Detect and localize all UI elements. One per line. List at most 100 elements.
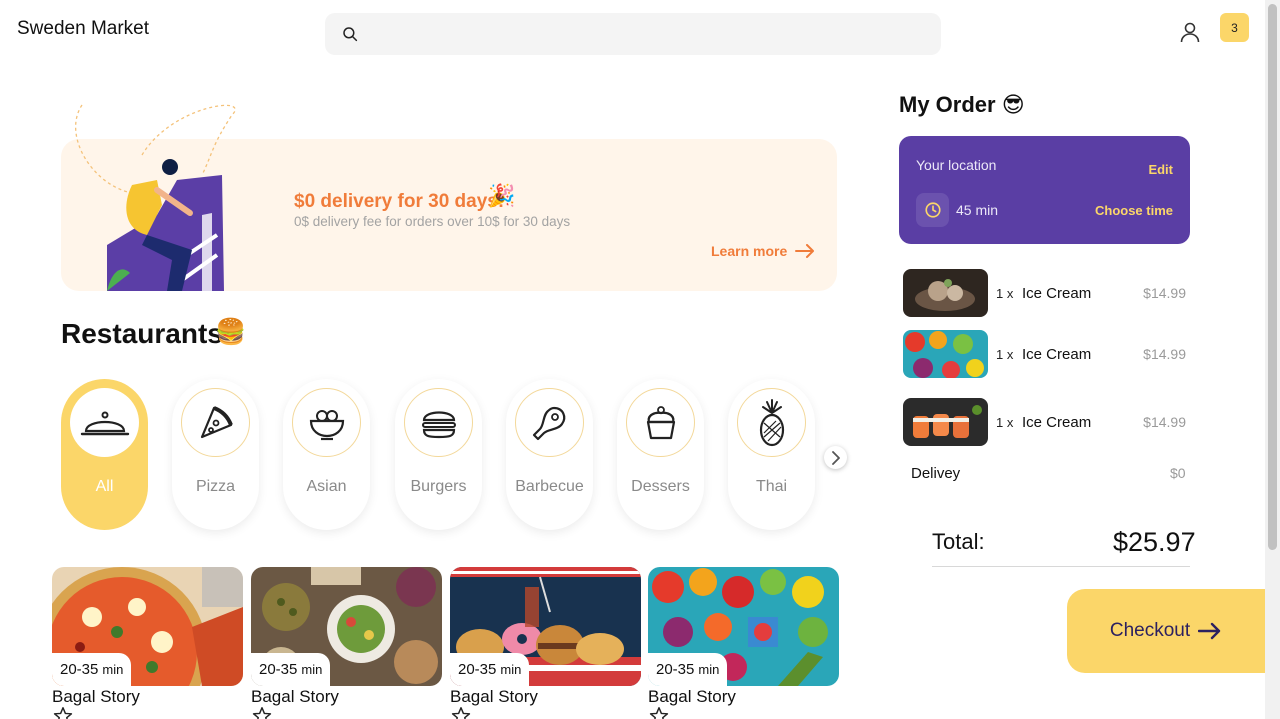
category-label: Asian bbox=[306, 478, 347, 495]
delivery-time-unit: min bbox=[500, 662, 522, 677]
delivery-time-badge: 20-35 min bbox=[450, 653, 530, 686]
order-item-price: $14.99 bbox=[1143, 414, 1186, 430]
delivery-time-badge: 20-35 min bbox=[648, 653, 728, 686]
category-icon-circle bbox=[737, 388, 806, 457]
order-item-photo bbox=[903, 398, 988, 446]
checkout-label: Checkout bbox=[1109, 620, 1191, 641]
category-barbecue[interactable]: Barbecue bbox=[506, 379, 593, 530]
burger-emoji-icon: 🍔 bbox=[215, 318, 247, 346]
category-label: Barbecue bbox=[515, 478, 584, 495]
brand-logo-text[interactable]: Sweden Market bbox=[17, 18, 149, 40]
category-pizza[interactable]: Pizza bbox=[172, 379, 259, 530]
restaurant-name: Bagal Story bbox=[648, 687, 736, 706]
pineapple-icon bbox=[759, 398, 784, 446]
star-icon[interactable] bbox=[450, 705, 472, 719]
total-label: Total: bbox=[932, 529, 985, 554]
my-order-heading: My Order 😎 bbox=[899, 92, 1025, 118]
delivery-time-badge: 20-35 min bbox=[251, 653, 331, 686]
categories-next-button[interactable] bbox=[824, 446, 847, 469]
total-divider bbox=[932, 566, 1190, 567]
delivery-time-unit: min bbox=[102, 662, 124, 677]
scrollbar-thumb[interactable] bbox=[1268, 4, 1277, 550]
arrow-right-icon bbox=[795, 244, 815, 258]
promo-subtitle: 0$ delivery fee for orders over 10$ for … bbox=[294, 214, 571, 229]
category-all[interactable]: All bbox=[61, 379, 148, 530]
category-icon-circle bbox=[70, 388, 139, 457]
arrow-right-icon bbox=[1198, 622, 1221, 640]
edit-location-button[interactable]: Edit bbox=[1148, 162, 1173, 177]
restaurant-name: Bagal Story bbox=[251, 687, 339, 706]
sunglasses-emoji-icon: 😎 bbox=[1001, 92, 1025, 117]
order-item-name: Ice Cream bbox=[1022, 414, 1092, 431]
learn-more-label: Learn more bbox=[711, 243, 788, 259]
category-label: Burgers bbox=[410, 478, 467, 495]
category-icon-circle bbox=[404, 388, 473, 457]
category-desserts[interactable]: Dessers bbox=[617, 379, 704, 530]
restaurants-heading: Restaurants bbox=[61, 318, 223, 349]
delivery-fee-label: Delivey bbox=[911, 465, 961, 482]
location-label: Your location bbox=[916, 157, 997, 173]
cupcake-icon bbox=[646, 405, 675, 439]
cart-count-button[interactable]: 3 bbox=[1220, 13, 1249, 42]
learn-more-link[interactable]: Learn more bbox=[711, 243, 815, 259]
star-icon[interactable] bbox=[648, 705, 670, 719]
order-item-price: $14.99 bbox=[1143, 346, 1186, 362]
restaurant-card[interactable]: 20-35 min Bagal Story bbox=[52, 567, 243, 719]
category-label: Thai bbox=[755, 478, 788, 495]
restaurant-card[interactable]: 20-35 min Bagal Story bbox=[251, 567, 442, 719]
delivery-time-unit: min bbox=[301, 662, 323, 677]
delivery-time: 20-35 bbox=[60, 661, 99, 678]
page-scrollbar[interactable] bbox=[1265, 0, 1280, 719]
delivery-time-unit: min bbox=[698, 662, 720, 677]
category-icon-circle bbox=[181, 388, 250, 457]
order-item-qty: 1 x bbox=[996, 347, 1014, 362]
category-thai[interactable]: Thai bbox=[728, 379, 815, 530]
steak-icon bbox=[532, 406, 565, 440]
location-card: Your location Edit 45 min Choose time bbox=[899, 136, 1190, 244]
order-item-qty: 1 x bbox=[996, 286, 1014, 301]
category-icon-circle bbox=[626, 388, 695, 457]
category-label: All bbox=[95, 478, 114, 495]
delivery-time-badge: 20-35 min bbox=[52, 653, 132, 686]
clock-icon-box bbox=[916, 193, 949, 227]
choose-time-button[interactable]: Choose time bbox=[1095, 203, 1173, 218]
delivery-time: 20-35 bbox=[656, 661, 695, 678]
pizza-icon bbox=[200, 405, 233, 438]
restaurant-name: Bagal Story bbox=[450, 687, 538, 706]
restaurant-card[interactable]: 20-35 min Bagal Story bbox=[648, 567, 839, 719]
burger-icon bbox=[421, 410, 456, 438]
promo-title: $0 delivery for 30 days! bbox=[294, 191, 505, 212]
order-item[interactable]: 1 x Ice Cream $14.99 bbox=[903, 269, 1190, 317]
delivery-time: 20-35 bbox=[259, 661, 298, 678]
order-item[interactable]: 1 x Ice Cream $14.99 bbox=[903, 398, 1190, 446]
chevron-right-icon bbox=[831, 450, 840, 465]
order-item-name: Ice Cream bbox=[1022, 285, 1092, 302]
clock-icon bbox=[924, 202, 941, 218]
star-icon[interactable] bbox=[251, 705, 273, 719]
search-input[interactable] bbox=[371, 13, 931, 55]
order-item[interactable]: 1 x Ice Cream $14.99 bbox=[903, 330, 1190, 378]
party-popper-icon: 🎉 bbox=[488, 183, 516, 208]
category-icon-circle bbox=[515, 388, 584, 457]
user-icon[interactable] bbox=[1178, 20, 1202, 44]
order-item-photo bbox=[903, 330, 988, 378]
category-icon-circle bbox=[292, 388, 361, 457]
delivery-illustration bbox=[75, 104, 236, 291]
order-item-price: $14.99 bbox=[1143, 285, 1186, 301]
delivery-fee-value: $0 bbox=[1170, 465, 1186, 481]
category-label: Dessers bbox=[631, 478, 690, 495]
cloche-icon bbox=[80, 411, 129, 435]
noodle-bowl-icon bbox=[309, 409, 344, 440]
category-asian[interactable]: Asian bbox=[283, 379, 370, 530]
restaurant-card[interactable]: 20-35 min Bagal Story bbox=[450, 567, 641, 719]
restaurant-name: Bagal Story bbox=[52, 687, 140, 706]
order-item-photo bbox=[903, 269, 988, 317]
delivery-eta: 45 min bbox=[956, 202, 999, 218]
delivery-time: 20-35 bbox=[458, 661, 497, 678]
search-bar[interactable] bbox=[325, 13, 941, 55]
category-burgers[interactable]: Burgers bbox=[395, 379, 482, 530]
checkout-button[interactable]: Checkout bbox=[1067, 589, 1265, 673]
total-value: $25.97 bbox=[1113, 527, 1196, 557]
order-item-name: Ice Cream bbox=[1022, 346, 1092, 363]
star-icon[interactable] bbox=[52, 705, 74, 719]
